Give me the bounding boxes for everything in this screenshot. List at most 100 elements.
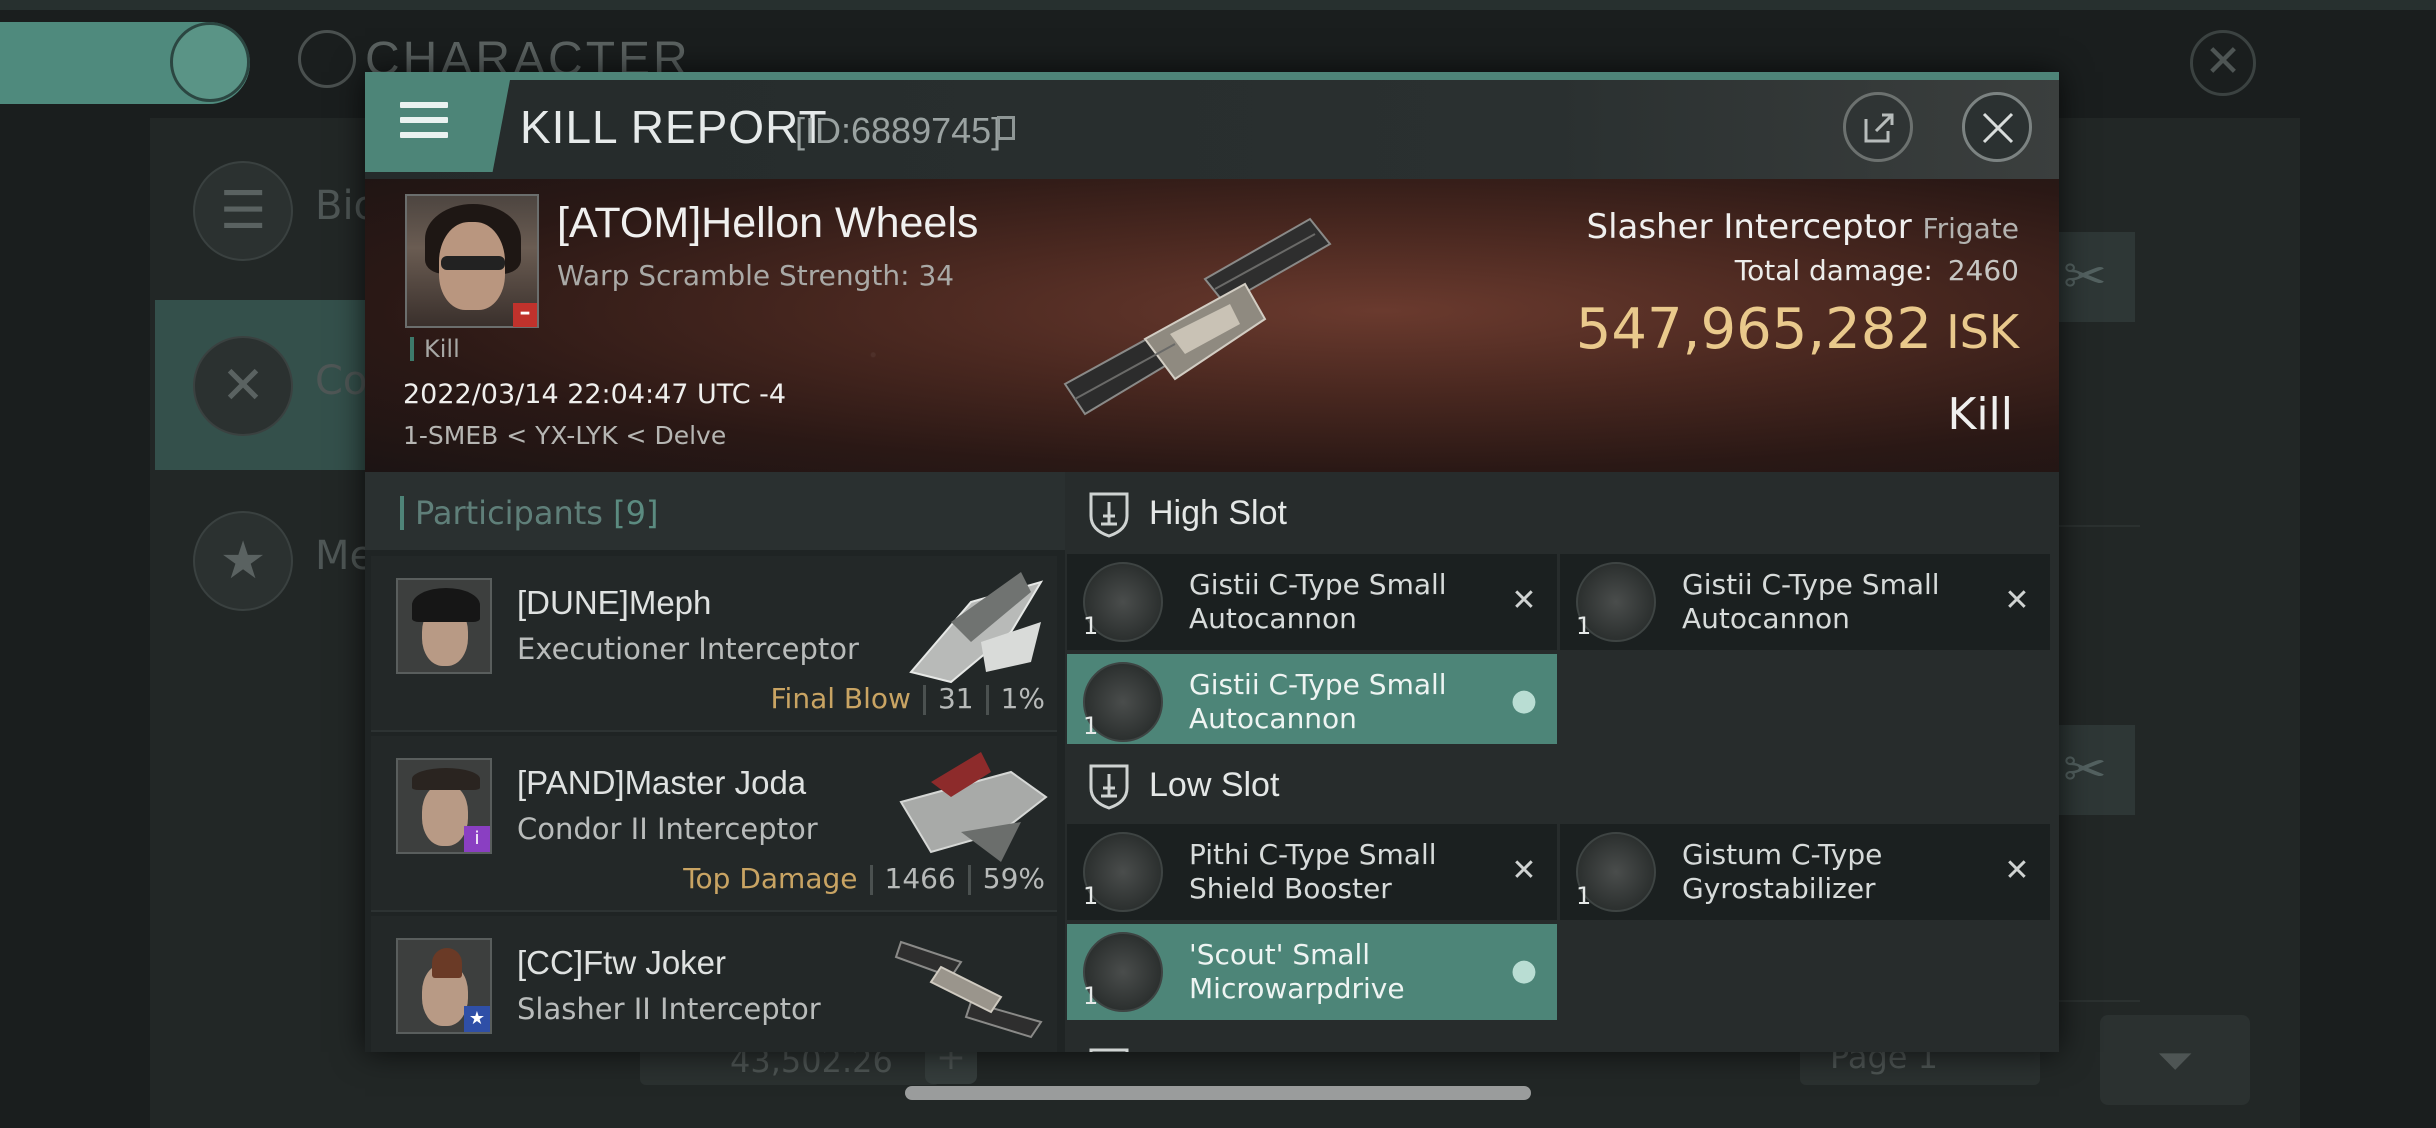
victim-subtitle: Warp Scramble Strength: 34 [557, 259, 955, 292]
share-button[interactable] [1843, 92, 1913, 162]
avatar[interactable]: i [396, 758, 492, 854]
dropped-person-icon: ● [1510, 683, 1538, 718]
kill-tag: Kill [410, 337, 460, 361]
standing-minus-icon: – [513, 302, 537, 327]
participant-stats: Top Damage 1466 59% [683, 862, 1045, 895]
home-indicator[interactable] [905, 1086, 1531, 1100]
mid-slot-header [1065, 1028, 2059, 1052]
module-qty: 1 [1576, 612, 1592, 640]
participant-damage: 31 [937, 682, 974, 715]
module-item[interactable]: 1 Gistii C-Type Small Autocannon ✕ [1560, 554, 2050, 650]
kill-location: 1-SMEB < YX-LYK < Delve [403, 421, 727, 450]
victim-name[interactable]: [ATOM]Hellon Wheels [557, 199, 978, 248]
close-icon [1982, 112, 2014, 144]
victim-portrait[interactable] [405, 194, 539, 328]
swords-icon: ✕ [193, 336, 293, 436]
destroyed-x-icon: ✕ [2004, 853, 2030, 888]
module-item[interactable]: 1 Gistum C-Type Gyrostabilizer ✕ [1560, 824, 2050, 920]
total-damage-label: Total damage: [1734, 254, 1933, 287]
participant-name: [DUNE]Meph [517, 584, 712, 621]
victim-ship: Slasher Interceptor Frigate [1586, 207, 2019, 247]
module-qty: 1 [1576, 882, 1592, 910]
participant-ship: Condor II Interceptor [517, 812, 818, 846]
isk-value: 547,965,282 ISK [1576, 297, 2019, 362]
module-name: 'Scout' Small Microwarpdrive [1189, 938, 1405, 1005]
module-qty: 1 [1083, 982, 1099, 1010]
destroyed-x-icon: ✕ [2004, 583, 2030, 618]
bg-sidebar-label: Co [315, 358, 368, 404]
module-name: Pithi C-Type Small Shield Booster [1189, 838, 1437, 905]
menu-icon [400, 102, 448, 147]
final-blow-label: Final Blow [770, 682, 911, 715]
avatar[interactable]: ★ [396, 938, 492, 1034]
module-item[interactable]: 1 Gistii C-Type Small Autocannon ● [1067, 654, 1557, 750]
participants-label: Participants [415, 494, 603, 532]
participant-percent: 59% [982, 862, 1045, 895]
modal-title: KILL REPORT [520, 101, 828, 153]
star-icon: ★ [193, 511, 293, 611]
low-slot-label: Low Slot [1149, 766, 1280, 804]
victim-banner: – [ATOM]Hellon Wheels Warp Scramble Stre… [365, 179, 2059, 472]
participant-ship: Executioner Interceptor [517, 632, 859, 666]
destroyed-x-icon: ✕ [1511, 583, 1537, 618]
participant-row[interactable]: [DUNE]Meph Executioner Interceptor Final… [371, 556, 1057, 732]
status-strip [0, 0, 2436, 10]
low-slot-icon [1089, 764, 1129, 810]
ship-thumbnail-icon [909, 572, 1044, 684]
ship-name[interactable]: Slasher Interceptor [1586, 207, 1911, 247]
bg-close-icon[interactable]: ✕ [2190, 30, 2256, 96]
medal-icon: i [464, 826, 490, 852]
high-slot-header: High Slot [1065, 472, 2059, 552]
participant-ship: Slasher II Interceptor [517, 992, 821, 1026]
module-name: Gistum C-Type Gyrostabilizer [1682, 838, 1883, 905]
modal-accent-line [365, 72, 2059, 80]
fittings-panel[interactable]: High Slot 1 Gistii C-Type Small Autocann… [1065, 472, 2059, 1052]
ship-thumbnail-icon [899, 752, 1048, 862]
module-qty: 1 [1083, 882, 1099, 910]
module-item[interactable]: 1 Pithi C-Type Small Shield Booster ✕ [1067, 824, 1557, 920]
destroyed-x-icon: ✕ [1511, 853, 1537, 888]
total-damage-value: 2460 [1947, 254, 2019, 287]
participant-name: [CC]Ftw Joker [517, 944, 727, 981]
isk-amount: 547,965,282 [1575, 297, 1933, 362]
total-damage: Total damage: 2460 [1735, 254, 2019, 287]
character-icon [298, 30, 356, 88]
kill-datetime: 2022/03/14 22:04:47 UTC -4 [403, 379, 787, 410]
menu-button[interactable] [365, 80, 510, 172]
star-icon: ★ [464, 1006, 490, 1032]
ship-class: Frigate [1922, 212, 2020, 245]
share-icon [1864, 113, 1894, 143]
ship-thumbnail-icon [894, 940, 1043, 1039]
participant-damage: 1466 [884, 862, 956, 895]
participants-panel[interactable]: Participants [9] [DUNE]Meph Executioner … [365, 472, 1065, 1052]
participants-header: Participants [9] [365, 472, 1065, 550]
module-name: Gistii C-Type Small Autocannon [1682, 568, 1940, 635]
module-qty: 1 [1083, 612, 1099, 640]
kill-id: [ID:6889745] [795, 110, 1002, 151]
participant-name: [PAND]Master Joda [517, 764, 807, 801]
list-icon: ☰ [193, 161, 293, 261]
isk-unit: ISK [1946, 305, 2019, 359]
participant-stats: Final Blow 31 1% [770, 682, 1045, 715]
kill-report-modal: KILL REPORT [ID:6889745] – [ATOM]Hellon … [365, 72, 2059, 1052]
bg-filter-icon[interactable]: ⏷ [2100, 1015, 2250, 1105]
module-name: Gistii C-Type Small Autocannon [1189, 668, 1447, 735]
mid-slot-icon [1089, 1048, 1129, 1052]
participant-row[interactable]: ★ [CC]Ftw Joker Slasher II Interceptor [371, 916, 1057, 1052]
bg-menu-icon[interactable] [170, 22, 250, 102]
participant-row[interactable]: i [PAND]Master Joda Condor II Intercepto… [371, 736, 1057, 912]
module-item[interactable]: 1 Gistii C-Type Small Autocannon ✕ [1067, 554, 1557, 650]
participants-count: [9] [613, 494, 659, 532]
result-label: Kill [1947, 389, 2013, 440]
avatar[interactable] [396, 578, 492, 674]
top-damage-label: Top Damage [683, 862, 858, 895]
module-item[interactable]: 1 'Scout' Small Microwarpdrive ● [1067, 924, 1557, 1020]
low-slot-header: Low Slot [1065, 744, 2059, 824]
module-qty: 1 [1083, 712, 1099, 740]
close-button[interactable] [1962, 92, 2032, 162]
ship-render-icon [1063, 217, 1332, 416]
participant-percent: 1% [1000, 682, 1045, 715]
copy-icon[interactable] [997, 116, 1015, 140]
high-slot-label: High Slot [1149, 494, 1287, 532]
high-slot-icon [1089, 492, 1129, 538]
